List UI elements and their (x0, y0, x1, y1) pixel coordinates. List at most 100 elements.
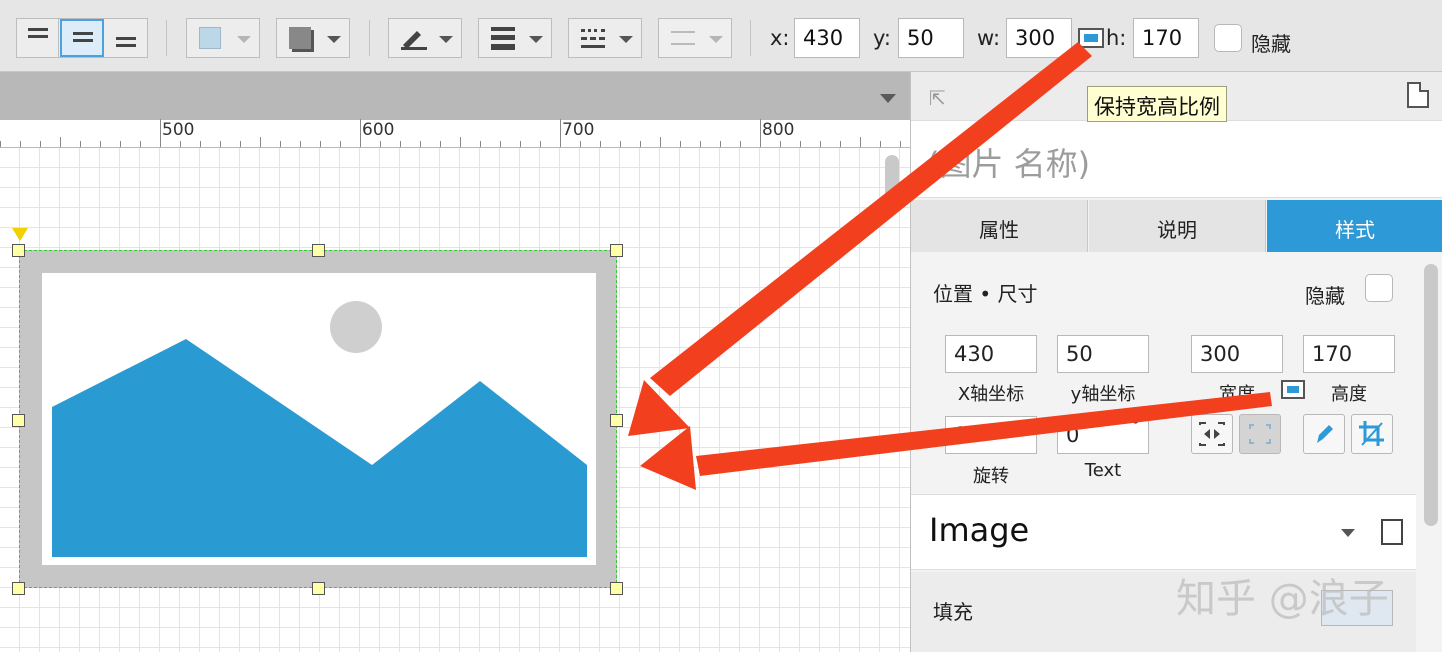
ruler-tick (560, 137, 561, 147)
resize-handle[interactable] (610, 244, 623, 257)
resize-handle[interactable] (312, 244, 325, 257)
w-label: w: (977, 26, 1001, 50)
edit-style-icon[interactable] (1381, 519, 1403, 545)
h-label: h: (1106, 26, 1127, 50)
tab-style[interactable]: 样式 (1267, 200, 1442, 252)
ruler-tick (20, 141, 21, 147)
ruler-tick (0, 141, 1, 147)
resize-handle[interactable] (610, 414, 623, 427)
align-segment-group (16, 18, 148, 58)
arrow-style-dropdown[interactable] (658, 18, 732, 58)
image-placeholder-icon (42, 273, 596, 565)
align-middle-button[interactable] (60, 19, 104, 57)
ruler-tick (760, 137, 761, 147)
rotation-handle[interactable] (12, 228, 28, 241)
widget-name-placeholder: (图片 名称) (927, 145, 1091, 183)
tab-properties[interactable]: 属性 (911, 200, 1088, 252)
ruler-tick (380, 141, 381, 147)
tab-notes[interactable]: 说明 (1089, 200, 1266, 252)
ruler-tick (300, 141, 301, 147)
h-input[interactable]: 170 (1133, 18, 1199, 58)
align-top-button[interactable] (17, 19, 59, 57)
document-icon[interactable] (1407, 82, 1429, 108)
crop-button[interactable] (1351, 414, 1393, 454)
tooltip: 保持宽高比例 (1087, 86, 1227, 122)
ruler-tick (40, 141, 41, 147)
hide-checkbox[interactable] (1214, 24, 1242, 52)
chevron-down-icon (529, 36, 543, 43)
fill-color-dropdown[interactable] (186, 18, 260, 58)
fit-icon (1249, 424, 1271, 444)
ruler-tick (540, 141, 541, 147)
x-label: x: (770, 26, 790, 50)
collapse-arrow-icon[interactable]: ⇱ (929, 86, 946, 110)
edit-image-button[interactable] (1303, 414, 1345, 454)
flip-button[interactable] (1191, 414, 1233, 454)
shadow-dropdown[interactable] (276, 18, 350, 58)
panel-scrollbar[interactable] (1424, 264, 1438, 526)
line-style-dropdown[interactable] (568, 18, 642, 58)
chevron-down-icon (327, 36, 341, 43)
fit-button[interactable] (1239, 414, 1281, 454)
toolbar: x: 430 y: 50 w: 300 h: 170 隐藏 (0, 0, 1442, 72)
ruler-tick (720, 141, 721, 147)
fill-label: 填充 (933, 600, 973, 624)
lock-aspect-ratio-icon[interactable] (1078, 28, 1104, 48)
canvas-scrollbar[interactable] (885, 155, 899, 201)
ruler-tick (620, 141, 621, 147)
ruler-tick (780, 141, 781, 147)
ruler-label: 700 (562, 120, 595, 140)
text-rotate-input[interactable]: 0 ° (1057, 415, 1149, 454)
ruler-label: 500 (162, 120, 195, 140)
ruler-label: 600 (362, 120, 395, 140)
align-bottom-button[interactable] (105, 19, 147, 57)
ruler-tick (340, 141, 341, 147)
ruler-tick (120, 141, 121, 147)
ruler-tick (160, 137, 161, 147)
chevron-down-icon (439, 36, 453, 43)
ruler-tick (880, 141, 881, 147)
widget-name-field[interactable]: (图片 名称) (911, 120, 1442, 198)
ruler-tick (280, 141, 281, 147)
text-rotate-label: Text (1084, 460, 1122, 481)
ruler-tick (860, 137, 861, 147)
chevron-down-icon[interactable] (1341, 529, 1355, 537)
style-preset-label: Image (929, 511, 1030, 549)
chevron-down-icon[interactable] (880, 94, 896, 103)
panel-hide-label: 隐藏 (1305, 284, 1345, 308)
resize-handle[interactable] (312, 582, 325, 595)
line-width-dropdown[interactable] (478, 18, 552, 58)
panel-hide-checkbox[interactable] (1365, 274, 1393, 302)
ruler-tick (820, 141, 821, 147)
y-input[interactable]: 50 (898, 18, 964, 58)
rotate-input[interactable]: 0 (945, 416, 1037, 454)
rotate-label: 旋转 (973, 466, 1009, 487)
position-size-section: 位置 • 尺寸 隐藏 430 50 300 170 X轴坐标 y轴坐标 宽度 高… (911, 252, 1416, 492)
y-coordinate-input[interactable]: 50 (1057, 335, 1149, 373)
style-preset-row[interactable]: Image (911, 494, 1416, 570)
image-placeholder-widget[interactable] (19, 250, 617, 588)
x-coordinate-input[interactable]: 430 (945, 335, 1037, 373)
ruler-tick (800, 141, 801, 147)
resize-handle[interactable] (12, 244, 25, 257)
ruler-tick (320, 141, 321, 147)
resize-handle[interactable] (610, 582, 623, 595)
ruler-tick (180, 141, 181, 147)
flip-icon (1199, 422, 1225, 446)
x-input[interactable]: 430 (794, 18, 860, 58)
text-rotate-value: 0 (1066, 423, 1080, 447)
ruler-tick (420, 141, 421, 147)
hide-label: 隐藏 (1251, 32, 1291, 56)
width-input[interactable]: 300 (1191, 335, 1283, 373)
resize-handle[interactable] (12, 582, 25, 595)
app-window: { "toolbar": { "x_label": "x:", "x_value… (0, 0, 1442, 652)
line-color-dropdown[interactable] (388, 18, 462, 58)
width-label: 宽度 (1219, 384, 1255, 405)
ruler-tick (460, 137, 461, 147)
ruler-tick (840, 141, 841, 147)
ruler-tick (80, 141, 81, 147)
height-input[interactable]: 170 (1303, 335, 1395, 373)
ruler-tick (60, 137, 61, 147)
resize-handle[interactable] (12, 414, 25, 427)
w-input[interactable]: 300 (1006, 18, 1072, 58)
